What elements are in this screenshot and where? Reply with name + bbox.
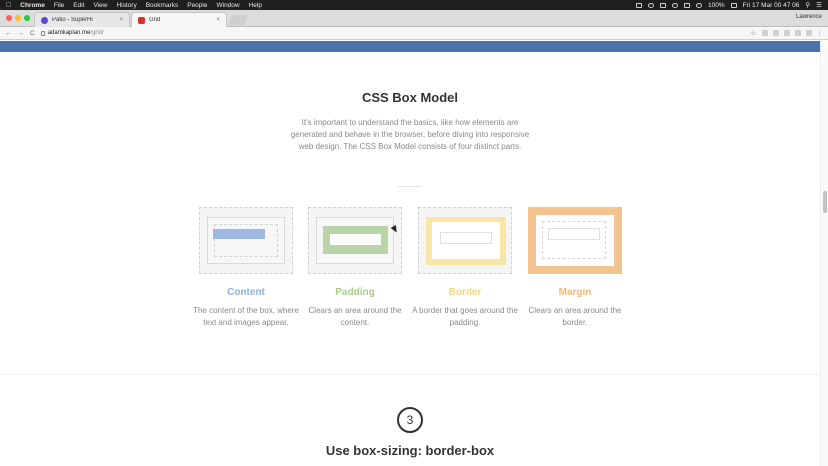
next-section-title: Use box-sizing: border-box	[325, 443, 495, 458]
content-area	[330, 234, 381, 245]
display-icon[interactable]	[684, 2, 691, 8]
scrollbar-thumb[interactable]	[823, 191, 827, 213]
superhi-favicon-icon	[41, 16, 48, 24]
apple-icon[interactable]: 	[6, 2, 11, 9]
profile-name[interactable]: Lawrence	[796, 14, 822, 20]
card-desc-margin: Clears an area around the border.	[528, 306, 622, 327]
menu-file[interactable]: File	[54, 2, 64, 9]
content-area	[213, 229, 265, 239]
page-info-icon[interactable]	[40, 30, 45, 36]
tab-close-icon[interactable]: ×	[216, 17, 220, 23]
menu-bookmarks[interactable]: Bookmarks	[146, 2, 179, 9]
macos-menubar:  Chrome File Edit View History Bookmark…	[0, 0, 828, 10]
card-desc-content: The content of the box, where text and i…	[193, 306, 299, 327]
padding-area	[542, 221, 606, 259]
status-tray: 100% Fri 17 Mar 00 47 06 ⚲ ☰	[636, 1, 822, 9]
tab-title: Patio - SuperHi	[52, 17, 93, 23]
extension-icon[interactable]	[805, 30, 812, 36]
menubar-clock[interactable]: Fri 17 Mar 00 47 06	[743, 2, 800, 9]
card-title-margin: Margin	[558, 287, 592, 298]
border-diagram	[418, 207, 512, 274]
card-desc-border: A border that goes around the padding.	[412, 306, 518, 327]
extension-icon[interactable]	[783, 30, 790, 36]
maximize-window-button[interactable]	[24, 15, 30, 21]
card-title-border: Border	[448, 287, 482, 298]
border-area	[536, 215, 614, 266]
card-desc-padding: Clears an area around the content.	[308, 306, 402, 327]
grid-favicon-icon	[138, 16, 145, 24]
notification-center-icon[interactable]: ☰	[816, 1, 822, 9]
battery-percent[interactable]: 100%	[708, 2, 725, 9]
reload-icon[interactable]: C	[30, 30, 35, 37]
bookmark-star-icon[interactable]: ☆	[751, 29, 757, 37]
padding-area	[323, 226, 388, 254]
menu-chrome[interactable]: Chrome	[20, 2, 45, 9]
extension-icon[interactable]	[772, 30, 779, 36]
new-tab-button[interactable]	[228, 15, 248, 25]
extension-icon[interactable]	[794, 30, 801, 36]
url-path: /grid/	[90, 30, 104, 36]
section-separator	[0, 374, 820, 375]
menu-window[interactable]: Window	[216, 2, 239, 9]
diagram-border	[207, 217, 285, 264]
menu-help[interactable]: Help	[249, 2, 262, 9]
header-band	[0, 41, 820, 52]
section-title: CSS Box Model	[361, 90, 459, 105]
border-area	[426, 217, 506, 265]
battery-icon[interactable]	[730, 2, 737, 8]
content-area	[440, 232, 492, 244]
tab-close-icon[interactable]: ×	[119, 17, 123, 23]
margin-diagram	[528, 207, 622, 274]
camera-icon[interactable]	[660, 2, 667, 8]
menu-view[interactable]: View	[94, 2, 108, 9]
address-bar[interactable]: adamkaplan.me /grid/	[40, 30, 104, 36]
minimize-window-button[interactable]	[15, 15, 21, 21]
card-title-content: Content	[227, 287, 265, 298]
wifi-icon[interactable]	[696, 2, 703, 8]
card-title-padding: Padding	[335, 287, 375, 298]
padding-diagram	[308, 207, 402, 274]
content-area	[548, 228, 600, 240]
url-host: adamkaplan.me	[47, 30, 91, 36]
menu-people[interactable]: People	[187, 2, 207, 9]
section-divider	[398, 186, 422, 187]
back-icon[interactable]: ←	[5, 30, 12, 37]
toolbar-icons: ☆ ⋮	[751, 29, 823, 37]
step-number-badge: 3	[397, 407, 423, 433]
padding-area	[432, 222, 500, 259]
extension-icon[interactable]	[761, 30, 768, 36]
sync-icon[interactable]	[648, 2, 655, 8]
menu-history[interactable]: History	[116, 2, 136, 9]
spotlight-icon[interactable]: ⚲	[805, 1, 810, 9]
browser-toolbar: ← → C adamkaplan.me /grid/ ☆ ⋮	[0, 27, 828, 40]
tab-title: Grid	[149, 17, 161, 23]
tab-grid[interactable]: Grid ×	[131, 12, 227, 27]
forward-icon[interactable]: →	[18, 30, 25, 37]
menu-edit[interactable]: Edit	[73, 2, 84, 9]
intro-paragraph: It's important to understand the basics,…	[290, 118, 530, 151]
tab-strip: Patio - SuperHi × Grid × Lawrence	[0, 10, 828, 27]
tab-patio-superhi[interactable]: Patio - SuperHi ×	[34, 12, 130, 27]
content-diagram	[199, 207, 293, 274]
page-viewport: CSS Box Model It's important to understa…	[0, 41, 820, 466]
close-window-button[interactable]	[6, 15, 12, 21]
timemachine-icon[interactable]	[672, 2, 679, 8]
page-scrollbar[interactable]	[820, 41, 828, 466]
chrome-menu-icon[interactable]: ⋮	[817, 29, 824, 37]
screen-icon[interactable]	[636, 2, 643, 8]
